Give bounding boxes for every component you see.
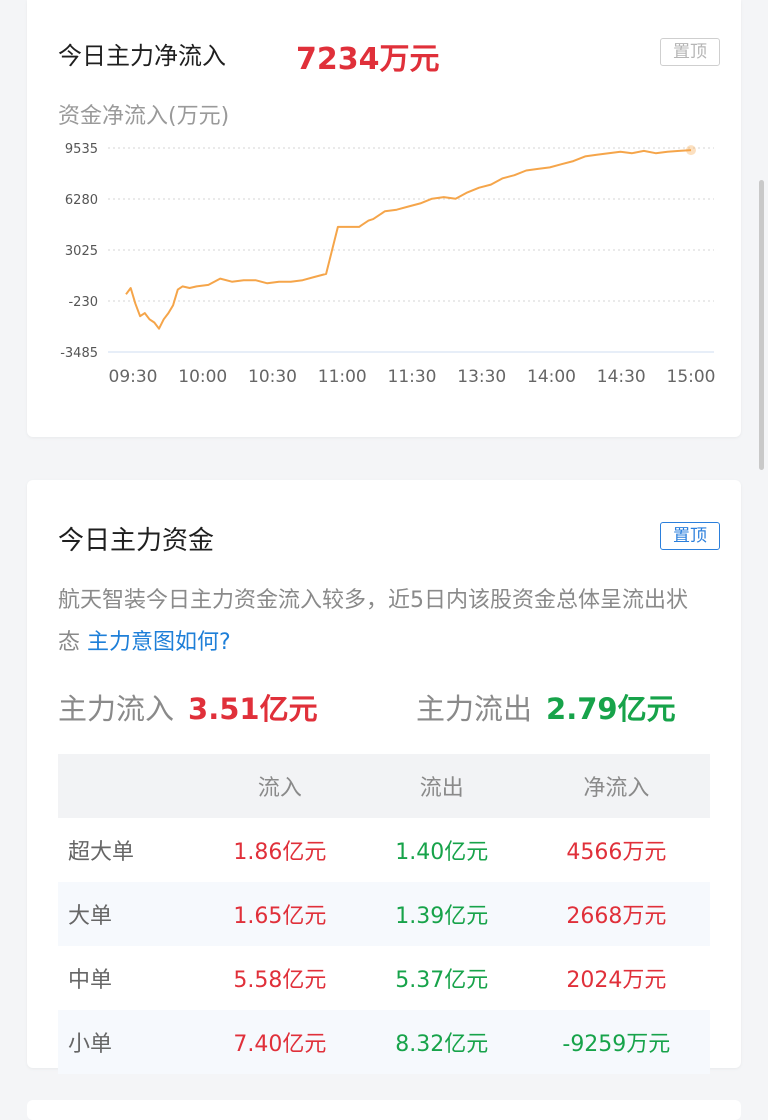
row-label: 小单 xyxy=(58,1010,199,1074)
page-scrollbar[interactable] xyxy=(759,180,764,470)
y-tick-label: -230 xyxy=(68,295,98,310)
row-label: 超大单 xyxy=(68,840,135,865)
x-tick-label: 10:30 xyxy=(248,367,297,387)
row-net: 2024万元 xyxy=(566,968,667,993)
main-outflow-summary: 主力流出 2.79亿元 xyxy=(416,686,676,728)
x-tick-label: 10:00 xyxy=(178,367,227,387)
main-intent-link[interactable]: 主力意图如何? xyxy=(87,630,231,655)
latest-point-marker xyxy=(686,145,696,156)
main-outflow-label: 主力流出 xyxy=(416,692,533,726)
x-tick-label: 11:00 xyxy=(318,367,367,387)
main-funds-title: 今日主力资金 xyxy=(58,526,215,556)
net-inflow-line-chart: 9535 6280 3025 -230 -3485 09:30 10:00 10:30 11:0… xyxy=(60,142,716,387)
x-tick-label: 13:30 xyxy=(457,367,506,387)
table-header-inflow: 流入 xyxy=(199,754,361,818)
y-tick-label: 3025 xyxy=(65,244,98,259)
row-net: 4566万元 xyxy=(566,840,667,865)
row-inflow: 5.58亿元 xyxy=(233,968,327,993)
y-tick-label: -3485 xyxy=(60,346,98,361)
table-row: 超大单 1.86亿元 1.40亿元 4566万元 xyxy=(58,818,710,882)
row-net: 2668万元 xyxy=(522,882,710,946)
net-inflow-series-line xyxy=(125,149,692,330)
row-outflow: 1.40亿元 xyxy=(395,840,489,865)
pin-top-button-funds[interactable]: 置顶 xyxy=(660,522,720,550)
table-header-outflow: 流出 xyxy=(360,754,523,818)
y-tick-label: 6280 xyxy=(65,193,98,208)
row-net: -9259万元 xyxy=(522,1010,710,1074)
table-header-blank xyxy=(58,754,199,818)
table-header-net: 净流入 xyxy=(522,754,710,818)
table-row: 小单 7.40亿元 8.32亿元 -9259万元 xyxy=(58,1010,710,1074)
row-outflow: 1.39亿元 xyxy=(360,882,523,946)
table-row: 大单 1.65亿元 1.39亿元 2668万元 xyxy=(58,882,710,946)
row-label: 大单 xyxy=(58,882,199,946)
x-tick-label: 11:30 xyxy=(388,367,437,387)
row-inflow: 1.65亿元 xyxy=(199,882,361,946)
row-outflow: 8.32亿元 xyxy=(360,1010,523,1074)
row-inflow: 1.86亿元 xyxy=(233,840,327,865)
main-inflow-summary: 主力流入 3.51亿元 xyxy=(58,686,318,728)
x-tick-label: 14:30 xyxy=(597,367,646,387)
x-tick-label: 09:30 xyxy=(109,367,158,387)
main-inflow-value: 3.51亿元 xyxy=(188,692,318,726)
row-outflow: 5.37亿元 xyxy=(395,968,489,993)
x-tick-label: 14:00 xyxy=(527,367,576,387)
table-row: 中单 5.58亿元 5.37亿元 2024万元 xyxy=(58,946,710,1010)
row-inflow: 7.40亿元 xyxy=(199,1010,361,1074)
row-label: 中单 xyxy=(68,968,113,993)
table-header-row: 流入 流出 净流入 xyxy=(58,754,710,818)
y-tick-label: 9535 xyxy=(65,142,98,157)
order-size-flow-table: 流入 流出 净流入 超大单 1.86亿元 1.40亿元 4566万元 大单 1.… xyxy=(58,754,710,1074)
main-outflow-value: 2.79亿元 xyxy=(546,692,676,726)
main-inflow-label: 主力流入 xyxy=(58,692,175,726)
funds-description: 航天智装今日主力资金流入较多，近5日内该股资金总体呈流出状态 主力意图如何? xyxy=(58,580,708,664)
x-tick-label: 15:00 xyxy=(667,367,716,387)
next-card-edge xyxy=(27,1100,741,1120)
